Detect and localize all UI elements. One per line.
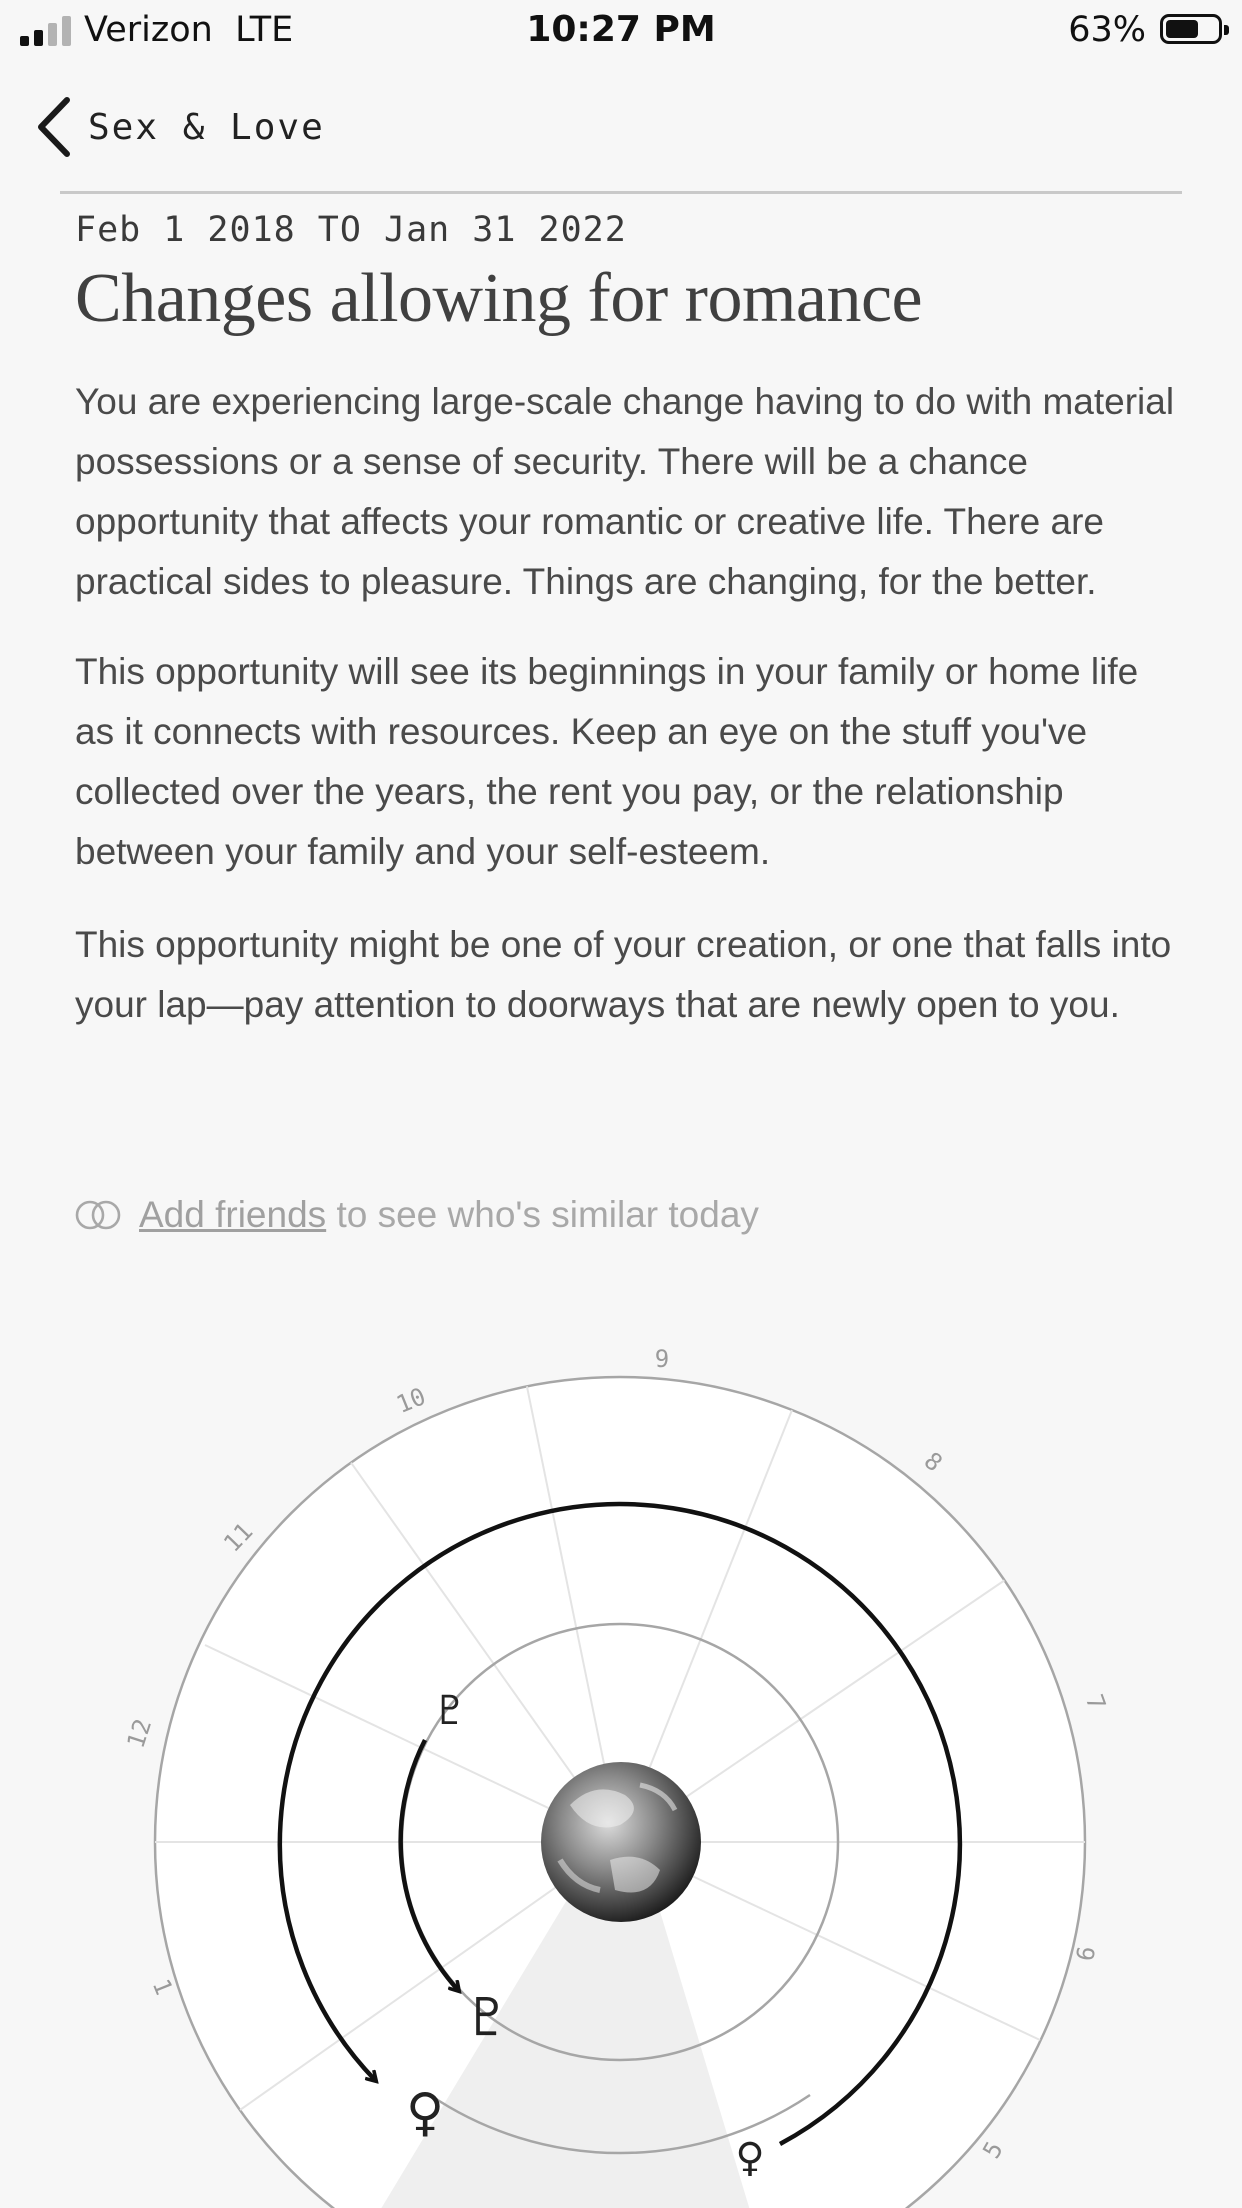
back-button[interactable]: Sex & Love xyxy=(34,92,325,162)
chevron-left-icon xyxy=(38,97,70,157)
house-label: 5 xyxy=(977,2137,1008,2164)
add-friends-prompt: Add friends to see who's similar today xyxy=(75,1190,759,1240)
article: Feb 1 2018 TO Jan 31 2022 Changes allowi… xyxy=(75,210,1175,1035)
date-range: Feb 1 2018 TO Jan 31 2022 xyxy=(75,210,627,250)
battery-percentage: 63% xyxy=(1068,10,1146,50)
article-paragraph: This opportunity might be one of your cr… xyxy=(75,924,1172,1025)
article-paragraph: You are experiencing large-scale change … xyxy=(75,381,1175,602)
article-paragraph: This opportunity will see its beginnings… xyxy=(75,651,1139,872)
header-divider xyxy=(60,191,1182,194)
nav-title: Sex & Love xyxy=(88,106,325,148)
house-label: 11 xyxy=(218,1517,258,1557)
overlapping-circles-icon xyxy=(75,1200,121,1230)
nav-bar: Sex & Love xyxy=(0,80,1242,180)
status-bar: Verizon LTE 10:27 PM 63% xyxy=(0,0,1242,62)
pluto-start-glyph: ♇ xyxy=(432,1688,468,1734)
house-label: 1 xyxy=(147,1975,178,1999)
house-label: 12 xyxy=(122,1715,158,1751)
venus-start-glyph: ♀ xyxy=(735,2135,764,2181)
house-label: 9 xyxy=(655,1345,669,1373)
house-label: 8 xyxy=(919,1447,948,1478)
transit-wheel-chart: ♇ ♇ ♀ ♀ 9 10 8 11 7 12 6 1 5 xyxy=(122,1345,1111,2208)
venus-end-glyph: ♀ xyxy=(406,2083,444,2143)
battery-icon xyxy=(1160,14,1229,44)
add-friends-text: to see who's similar today xyxy=(326,1194,759,1235)
page-title: Changes allowing for romance xyxy=(75,260,923,337)
pluto-end-glyph: ♇ xyxy=(464,1988,511,2048)
earth-icon xyxy=(541,1762,701,1922)
house-label: 6 xyxy=(1071,1944,1101,1963)
house-label: 7 xyxy=(1080,1691,1111,1714)
house-label: 10 xyxy=(392,1382,429,1419)
status-time: 10:27 PM xyxy=(526,9,716,50)
add-friends-link[interactable]: Add friends xyxy=(139,1194,326,1236)
